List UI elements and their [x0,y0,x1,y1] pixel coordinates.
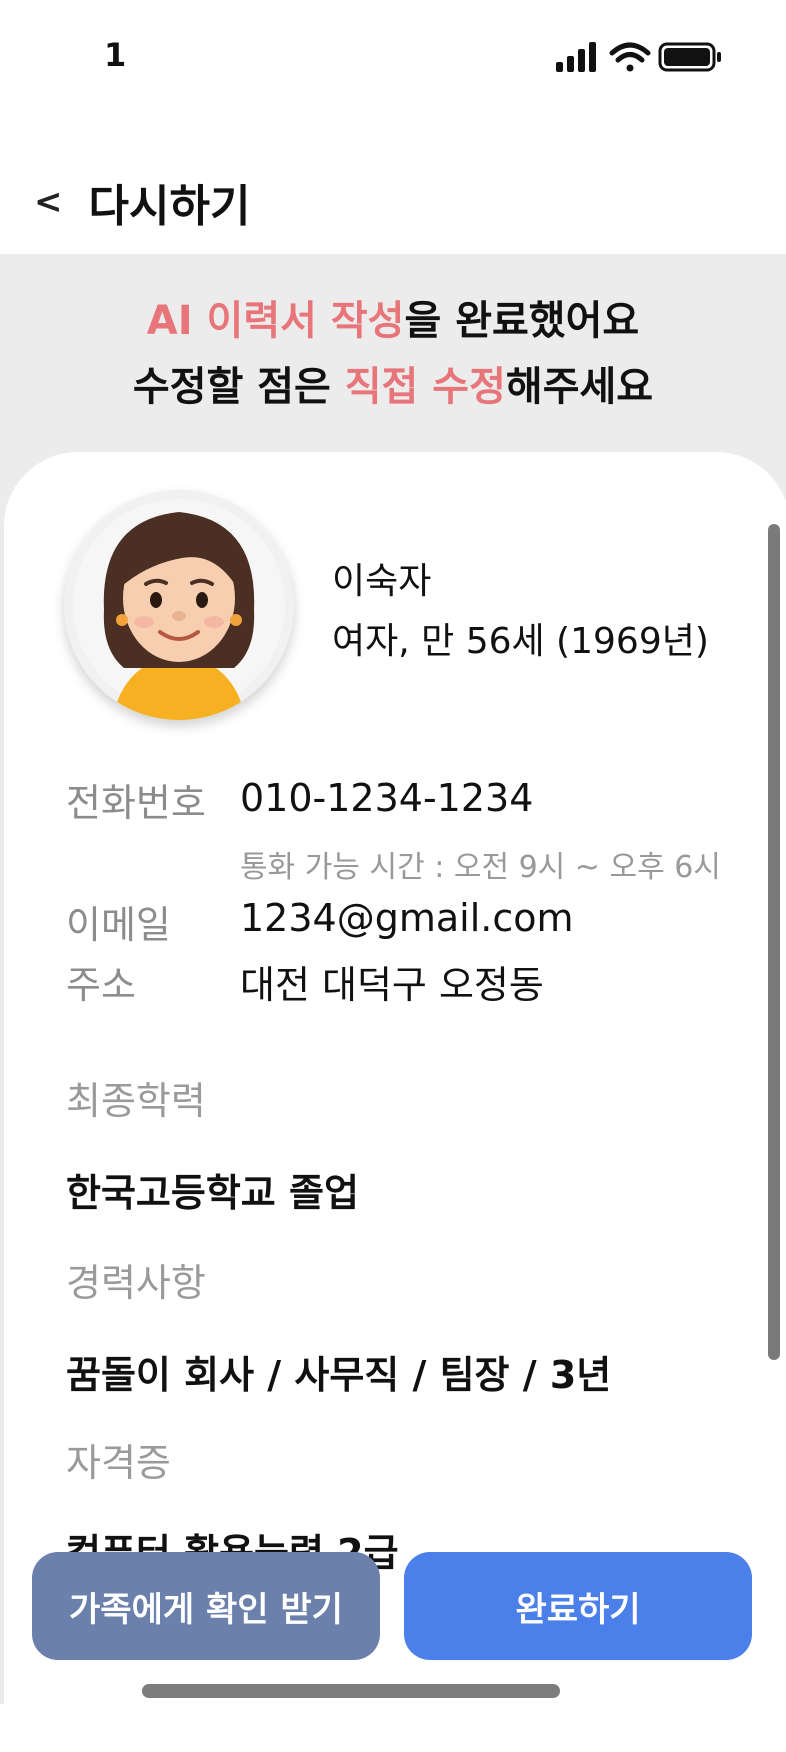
career-value: 꿈돌이 회사 / 사무직 / 팀장 / 3년 [66,1353,612,1397]
status-icons [556,40,736,76]
complete-button[interactable]: 완료하기 [404,1552,752,1660]
headline-accent-2: 직접 수정 [344,364,506,410]
profile-meta: 여자, 만 56세 (1969년) [332,621,709,662]
headline-accent-1: AI 이력서 작성 [146,298,405,344]
address-label: 주소 [66,963,136,1007]
back-label: 다시하기 [88,181,251,232]
address-value: 대전 대덕구 오정동 [240,963,544,1007]
chevron-left-icon: < [34,182,63,222]
wifi-icon [609,42,651,72]
navigation-bar: < 다시하기 [0,150,786,250]
certificate-label: 자격증 [66,1441,171,1485]
avatar [64,490,294,720]
headline-text-2a: 수정할 점은 [132,364,345,410]
headline-line-1: AI 이력서 작성을 완료했어요 [0,288,786,354]
phone-value: 010-1234-1234 [240,776,534,820]
headline-text-1: 을 완료했어요 [404,298,640,344]
headline-text-2b: 해주세요 [505,364,654,410]
completion-headline: AI 이력서 작성을 완료했어요 수정할 점은 직접 수정해주세요 [0,288,786,420]
career-label: 경력사항 [66,1261,206,1305]
battery-icon [658,42,721,72]
education-value: 한국고등학교 졸업 [66,1171,359,1215]
family-check-button[interactable]: 가족에게 확인 받기 [32,1552,380,1660]
phone-available-hours: 통화 가능 시간 : 오전 9시 ~ 오후 6시 [240,850,721,885]
email-value: 1234@gmail.com [240,896,574,940]
profile-name: 이숙자 [332,561,432,602]
home-indicator [142,1684,560,1698]
headline-line-2: 수정할 점은 직접 수정해주세요 [0,354,786,420]
cellular-signal-icon [556,42,596,72]
scrollbar[interactable] [768,524,780,1360]
back-button[interactable]: < 다시하기 [34,170,250,234]
phone-label: 전화번호 [66,781,206,825]
email-label: 이메일 [66,903,171,947]
education-label: 최종학력 [66,1079,206,1123]
status-time: 1 [104,36,127,74]
status-bar: 1 [0,0,786,120]
